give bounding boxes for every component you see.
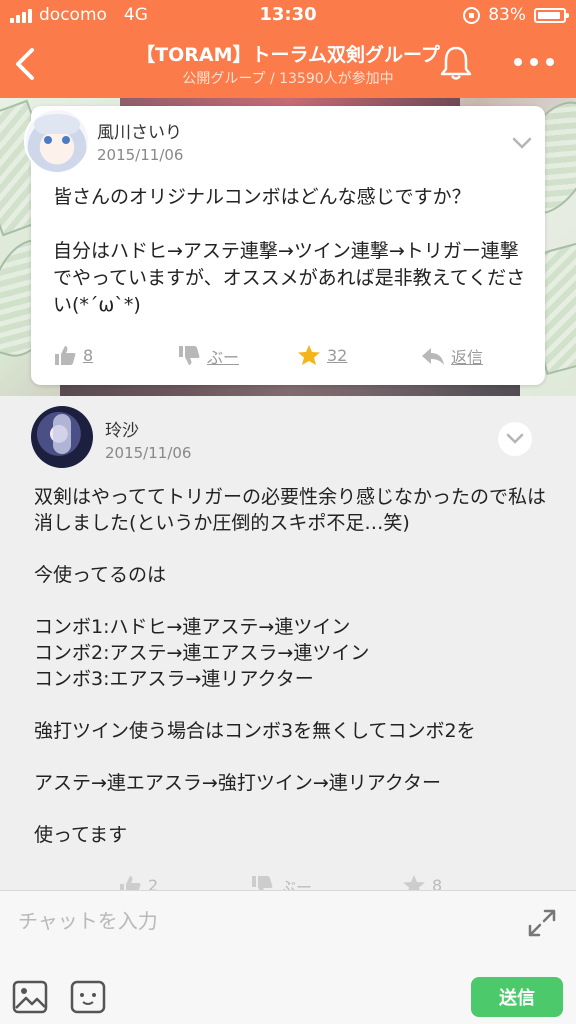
chat-input[interactable]: チャットを入力 <box>18 901 488 941</box>
reply-menu-button[interactable] <box>498 422 532 456</box>
thumbs-down-icon <box>179 346 200 365</box>
battery-percent: 83% <box>488 5 526 25</box>
post-date: 2015/11/06 <box>97 146 184 164</box>
like-button[interactable]: 8 <box>53 344 93 366</box>
post-body: 皆さんのオリジナルコンボはどんな感じですか？ 自分はハドヒ→アステ連撃→ツイン連… <box>53 186 526 316</box>
dislike-button[interactable]: ぶー <box>250 874 312 890</box>
like-button[interactable]: 2 <box>118 874 158 890</box>
send-button[interactable]: 送信 <box>471 977 563 1017</box>
star-icon <box>298 345 320 365</box>
bell-icon[interactable] <box>438 44 474 82</box>
reply-button[interactable]: 返信 <box>421 344 483 368</box>
reply-date: 2015/11/06 <box>105 444 192 462</box>
chevron-down-icon[interactable] <box>511 136 533 150</box>
reply-actions: 2 ぶー 8 <box>0 874 576 890</box>
reply-label: 返信 <box>451 348 484 367</box>
dislike-button[interactable]: ぶー <box>177 344 239 368</box>
star-icon <box>403 875 425 890</box>
avatar[interactable] <box>31 406 93 468</box>
chevron-left-icon[interactable] <box>10 44 40 84</box>
star-button[interactable]: 8 <box>402 874 442 890</box>
post-author[interactable]: 風川さいり <box>97 118 182 143</box>
more-icon[interactable] <box>514 58 554 68</box>
thumbs-up-icon <box>55 346 76 365</box>
star-button[interactable]: 32 <box>297 344 347 366</box>
status-bar: docomo 4G 13:30 83% <box>0 0 576 30</box>
battery-icon <box>534 7 569 23</box>
reply-card[interactable]: 玲沙 2015/11/06 双剣はやっててトリガーの必要性余り感じなかったので私… <box>0 396 576 890</box>
reply-body: 双剣はやっててトリガーの必要性余り感じなかったので私は消しました(というか圧倒的… <box>34 486 547 846</box>
star-count: 32 <box>327 345 348 365</box>
star-count: 8 <box>432 875 443 891</box>
image-icon[interactable] <box>12 980 48 1014</box>
reply-arrow-icon <box>422 348 444 365</box>
sticker-icon[interactable] <box>70 980 106 1014</box>
avatar[interactable] <box>24 108 90 174</box>
like-count: 2 <box>148 875 159 891</box>
expand-icon[interactable] <box>526 907 558 939</box>
thumbs-up-icon <box>120 876 141 890</box>
dislike-label: ぶー <box>280 878 313 890</box>
thumbs-down-icon <box>252 876 273 890</box>
dislike-label: ぶー <box>207 348 240 367</box>
chat-input-bar: チャットを入力 送信 <box>0 890 576 1024</box>
post-actions: 8 ぶー 32 返信 <box>31 344 545 370</box>
status-right: 83% <box>463 5 569 25</box>
like-count: 8 <box>83 345 94 365</box>
rotation-lock-icon <box>463 6 481 24</box>
chevron-down-icon <box>506 433 524 444</box>
post-card[interactable]: 風川さいり 2015/11/06 皆さんのオリジナルコンボはどんな感じですか？ … <box>24 106 545 385</box>
reply-author[interactable]: 玲沙 <box>105 416 139 441</box>
app-header: docomo 4G 13:30 83% 【TORAM】トーラム双剣グループ 公開… <box>0 0 576 98</box>
